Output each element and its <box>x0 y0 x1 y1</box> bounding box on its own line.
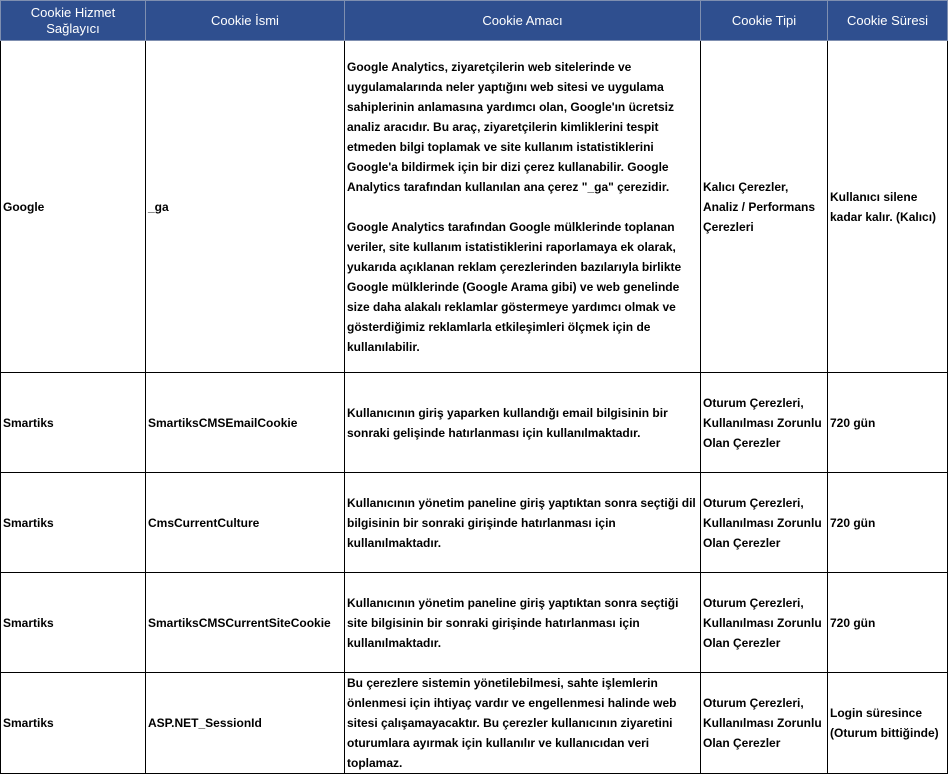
cell-cookie-purpose: Google Analytics, ziyaretçilerin web sit… <box>344 40 701 373</box>
cell-provider: Smartiks <box>0 672 146 774</box>
header-cookie-type: Cookie Tipi <box>700 0 828 41</box>
purpose-paragraph: Bu çerezlere sistemin yönetilebilmesi, s… <box>347 676 677 770</box>
cell-cookie-name: ASP.NET_SessionId <box>145 672 345 774</box>
cell-cookie-type: Oturum Çerezleri, Kullanılması Zorunlu O… <box>700 372 828 473</box>
purpose-paragraph: Kullanıcının yönetim paneline giriş yapt… <box>347 595 679 650</box>
cell-cookie-type: Oturum Çerezleri, Kullanılması Zorunlu O… <box>700 572 828 673</box>
cell-cookie-name: SmartiksCMSCurrentSiteCookie <box>145 572 345 673</box>
table-row: Smartiks CmsCurrentCulture Kullanıcının … <box>0 472 948 573</box>
cell-cookie-duration: Kullanıcı silene kadar kalır. (Kalıcı) <box>827 40 948 373</box>
cell-cookie-type: Kalıcı Çerezler, Analiz / Performans Çer… <box>700 40 828 373</box>
cell-provider: Google <box>0 40 146 373</box>
cell-cookie-type: Oturum Çerezleri, Kullanılması Zorunlu O… <box>700 672 828 774</box>
cell-cookie-purpose: Kullanıcının yönetim paneline giriş yapt… <box>344 572 701 673</box>
cell-cookie-name: CmsCurrentCulture <box>145 472 345 573</box>
cell-cookie-name: _ga <box>145 40 345 373</box>
cell-provider: Smartiks <box>0 572 146 673</box>
purpose-paragraph: Kullanıcının giriş yaparken kullandığı e… <box>347 405 668 440</box>
cell-cookie-name: SmartiksCMSEmailCookie <box>145 372 345 473</box>
table-row: Smartiks ASP.NET_SessionId Bu çerezlere … <box>0 672 948 774</box>
cell-cookie-duration: Login süresince (Oturum bittiğinde) <box>827 672 948 774</box>
cell-cookie-purpose: Kullanıcının yönetim paneline giriş yapt… <box>344 472 701 573</box>
header-cookie-duration: Cookie Süresi <box>827 0 948 41</box>
cell-cookie-duration: 720 gün <box>827 472 948 573</box>
table-body: Google _ga Google Analytics, ziyaretçile… <box>0 40 948 774</box>
purpose-paragraph: Google Analytics, ziyaretçilerin web sit… <box>347 59 674 194</box>
cookie-table: Cookie Hizmet Sağlayıcı Cookie İsmi Cook… <box>0 0 948 774</box>
header-cookie-purpose: Cookie Amacı <box>344 0 701 41</box>
table-header: Cookie Hizmet Sağlayıcı Cookie İsmi Cook… <box>0 0 948 41</box>
header-cookie-name: Cookie İsmi <box>145 0 345 41</box>
cell-cookie-type: Oturum Çerezleri, Kullanılması Zorunlu O… <box>700 472 828 573</box>
header-row: Cookie Hizmet Sağlayıcı Cookie İsmi Cook… <box>0 0 948 41</box>
cell-cookie-purpose: Kullanıcının giriş yaparken kullandığı e… <box>344 372 701 473</box>
cell-provider: Smartiks <box>0 472 146 573</box>
cell-cookie-duration: 720 gün <box>827 572 948 673</box>
cell-cookie-duration: 720 gün <box>827 372 948 473</box>
purpose-paragraph: Google Analytics tarafından Google mülkl… <box>347 219 682 354</box>
table-row: Smartiks SmartiksCMSCurrentSiteCookie Ku… <box>0 572 948 673</box>
cell-cookie-purpose: Bu çerezlere sistemin yönetilebilmesi, s… <box>344 672 701 774</box>
table-row: Smartiks SmartiksCMSEmailCookie Kullanıc… <box>0 372 948 473</box>
cell-provider: Smartiks <box>0 372 146 473</box>
purpose-paragraph: Kullanıcının yönetim paneline giriş yapt… <box>347 495 696 550</box>
header-provider: Cookie Hizmet Sağlayıcı <box>0 0 146 41</box>
table-row: Google _ga Google Analytics, ziyaretçile… <box>0 40 948 373</box>
